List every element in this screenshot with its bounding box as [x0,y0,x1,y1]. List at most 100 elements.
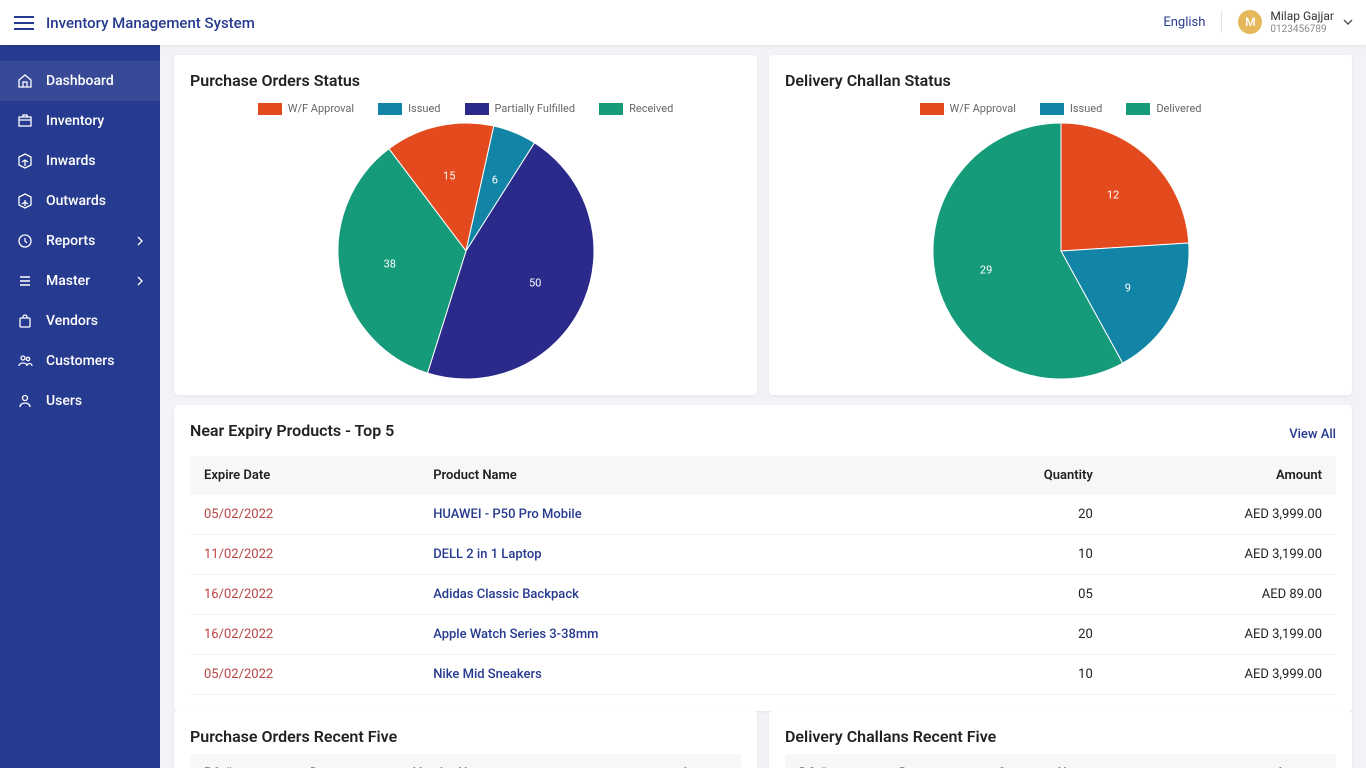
legend-item: Issued [378,102,440,115]
legend-label: Delivered [1156,102,1201,115]
chevron-right-icon [136,276,144,286]
cell-product: Apple Watch Series 3-38mm [419,615,935,655]
col-amount: Amount [1203,754,1336,768]
legend-item: Issued [1040,102,1102,115]
product-link[interactable]: Apple Watch Series 3-38mm [433,627,598,642]
sidebar-item-inventory[interactable]: Inventory [0,101,160,141]
table-row: 16/02/2022 Adidas Classic Backpack 05AED 8… [190,575,1336,615]
person-icon [16,392,34,410]
legend-item: W/F Approval [258,102,354,115]
cell-expire: 16/02/2022 [190,575,419,615]
legend-label: Issued [408,102,440,115]
cell-qty: 20 [935,495,1107,535]
inwards-icon [16,152,34,170]
po-status-legend: W/F Approval Issued Partially Fulfilled Rec… [190,102,741,115]
user-text: Milap Gajjar 0123456789 [1270,9,1334,35]
sidebar-item-label: Outwards [46,193,106,209]
sidebar-item-master[interactable]: Master [0,261,160,301]
cell-amount: AED 3,999.00 [1107,655,1336,695]
legend-swatch [599,103,623,115]
user-menu[interactable]: M Milap Gajjar 0123456789 [1238,9,1354,35]
sidebar-item-reports[interactable]: Reports [0,221,160,261]
sidebar-item-label: Vendors [46,313,98,329]
dc-recent-card: Delivery Challans Recent Five DC # Date … [769,711,1352,768]
topbar-right: English M Milap Gajjar 0123456789 [1163,9,1354,35]
topbar: Inventory Management System English M Mi… [0,0,1366,45]
near-expiry-title: Near Expiry Products - Top 5 [190,421,394,440]
legend-label: W/F Approval [288,102,354,115]
sidebar-item-inwards[interactable]: Inwards [0,141,160,181]
col-customer: Customer Name [983,754,1203,768]
cell-amount: AED 3,999.00 [1107,495,1336,535]
sidebar-item-label: Customers [46,353,114,369]
language-selector[interactable]: English [1163,15,1205,30]
product-link[interactable]: DELL 2 in 1 Laptop [433,547,541,562]
sidebar-item-users[interactable]: Users [0,381,160,421]
table-row: 16/02/2022Apple Watch Series 3-38mm20AED… [190,615,1336,655]
product-link[interactable]: Adidas Classic Backpack [433,587,579,602]
clock-icon [16,232,34,250]
legend-label: W/F Approval [950,102,1016,115]
legend-item: Received [599,102,673,115]
sidebar-item-label: Reports [46,233,95,249]
pie-slice-label: 50 [529,277,541,290]
legend-swatch [378,103,402,115]
legend-swatch [1040,103,1064,115]
col-date: Date [885,754,983,768]
sidebar: Dashboard Inventory Inwards Outwards Reports… [0,45,160,768]
cell-product: Nike Mid Sneakers [419,655,935,695]
legend-swatch [465,103,489,115]
cell-amount: AED 3,199.00 [1107,535,1336,575]
view-all-link[interactable]: View All [1289,427,1336,442]
table-row: 11/02/2022DELL 2 in 1 Laptop10AED 3,199.… [190,535,1336,575]
col-dc: DC # [785,754,885,768]
chevron-down-icon [1342,16,1354,28]
avatar: M [1238,10,1262,34]
near-expiry-card: Near Expiry Products - Top 5 View All Ex… [174,405,1352,711]
legend-swatch [258,103,282,115]
legend-item: Delivered [1126,102,1201,115]
col-product: Product Name [419,456,935,495]
sidebar-item-label: Dashboard [46,73,114,89]
people-icon [16,352,34,370]
pie-slice-label: 29 [980,264,992,277]
cell-amount: AED 3,199.00 [1107,615,1336,655]
sidebar-item-dashboard[interactable]: Dashboard [0,61,160,101]
cell-product: Adidas Classic Backpack [419,575,935,615]
pie-slice-label: 12 [1107,189,1119,202]
cell-qty: 05 [935,575,1107,615]
sidebar-item-vendors[interactable]: Vendors [0,301,160,341]
sidebar-item-outwards[interactable]: Outwards [0,181,160,221]
legend-item: W/F Approval [920,102,1016,115]
pie-slice-label: 6 [492,174,498,187]
po-status-title: Purchase Orders Status [190,71,741,90]
pie-slice-label: 15 [443,169,455,182]
col-date: Date [296,754,399,768]
cell-qty: 20 [935,615,1107,655]
cell-product: HUAWEI - P50 Pro Mobile [419,495,935,535]
main-content: Purchase Orders Status W/F Approval Issue… [160,45,1366,768]
cell-expire: 11/02/2022 [190,535,419,575]
list-icon [16,272,34,290]
product-link[interactable]: HUAWEI - P50 Pro Mobile [433,507,581,522]
cell-expire: 05/02/2022 [190,655,419,695]
sidebar-item-label: Users [46,393,82,409]
po-status-card: Purchase Orders Status W/F Approval Issue… [174,55,757,395]
col-vendor: Vendor Name [399,754,601,768]
legend-item: Partially Fulfilled [465,102,576,115]
legend-swatch [920,103,944,115]
po-status-pie: 1565038 [338,123,594,379]
col-po: PO # [190,754,296,768]
hamburger-menu-icon[interactable] [12,11,36,35]
inventory-icon [16,112,34,130]
dc-status-legend: W/F Approval Issued Delivered [785,102,1336,115]
legend-swatch [1126,103,1150,115]
product-link[interactable]: Nike Mid Sneakers [433,667,542,682]
cell-amount: AED 89.00 [1107,575,1336,615]
po-recent-table: PO # Date Vendor Name Amount [190,754,741,768]
sidebar-item-label: Inwards [46,153,96,169]
dc-recent-title: Delivery Challans Recent Five [785,727,1336,746]
divider [1221,11,1222,33]
dc-status-card: Delivery Challan Status W/F ApprovalIssu… [769,55,1352,395]
sidebar-item-customers[interactable]: Customers [0,341,160,381]
